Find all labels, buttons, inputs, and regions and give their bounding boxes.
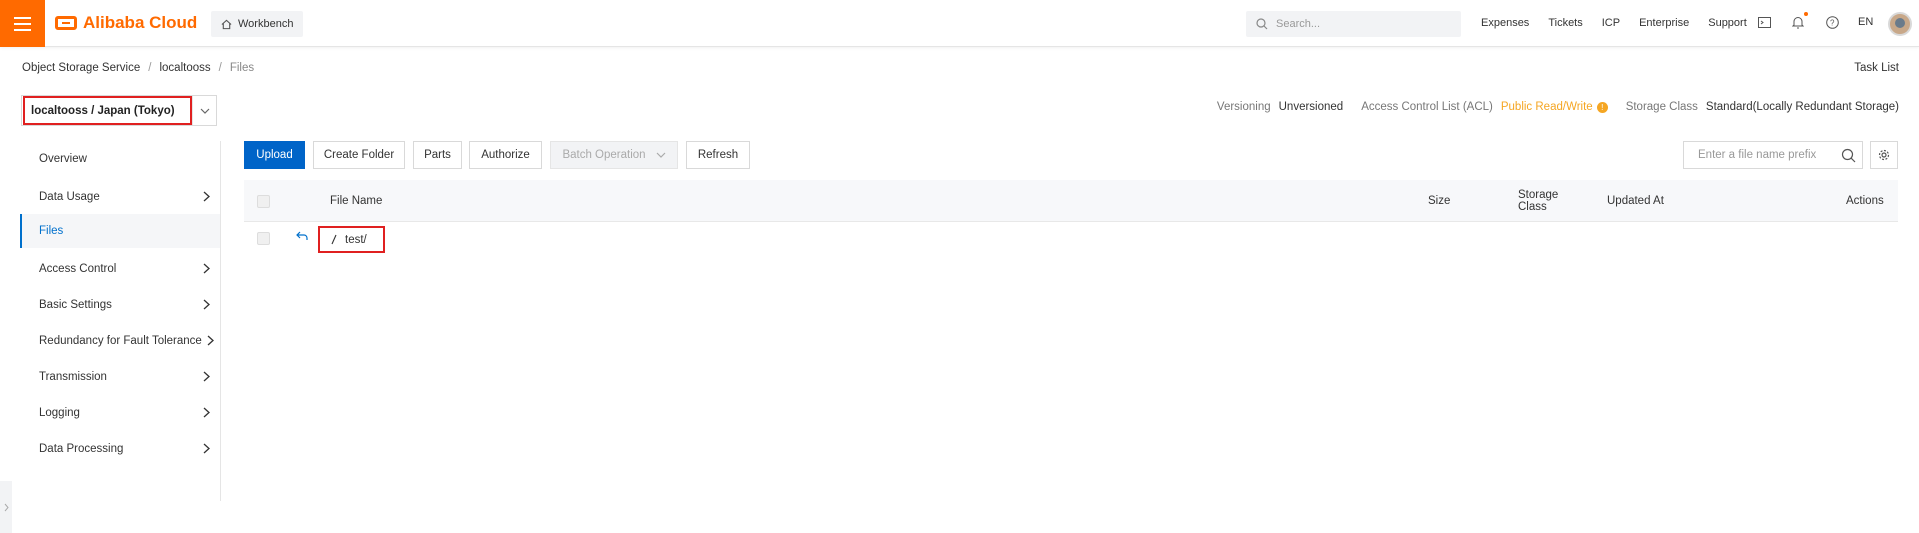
back-arrow-icon[interactable] (296, 231, 308, 241)
home-icon (221, 19, 232, 29)
bucket-meta: Versioning Unversioned Access Control Li… (1217, 101, 1899, 113)
sidebar-item-label: Files (39, 225, 64, 237)
nav-icp[interactable]: ICP (1602, 17, 1620, 29)
refresh-button[interactable]: Refresh (686, 141, 750, 169)
sidebar-item-basic-settings[interactable]: Basic Settings (20, 288, 220, 322)
top-nav: Expenses Tickets ICP Enterprise Support (1481, 17, 1747, 29)
acl-value: Public Read/Write (1500, 101, 1593, 113)
language-switch[interactable]: EN (1858, 16, 1873, 28)
select-all-checkbox-cell (257, 180, 270, 222)
brand-name: Alibaba Cloud (83, 13, 198, 32)
folder-link[interactable]: test/ (318, 226, 385, 253)
help-icon[interactable]: ? (1824, 14, 1840, 30)
upload-button[interactable]: Upload (244, 141, 305, 169)
select-all-checkbox[interactable] (257, 194, 270, 208)
prefix-placeholder: Enter a file name prefix (1698, 149, 1817, 161)
task-list-link[interactable]: Task List (1854, 62, 1899, 74)
terminal-icon[interactable] (1756, 14, 1772, 30)
sidebar-item-label: Transmission (39, 371, 107, 383)
sidebar-item-label: Basic Settings (39, 299, 112, 311)
storage-class-value: Standard(Locally Redundant Storage) (1705, 101, 1899, 113)
chevron-right-icon (203, 371, 210, 382)
alibaba-cloud-logo-icon (55, 16, 77, 30)
bell-icon[interactable] (1790, 12, 1808, 30)
authorize-button[interactable]: Authorize (469, 141, 542, 169)
folder-name: test/ (345, 233, 367, 246)
bucket-selector[interactable]: localtooss / Japan (Tokyo) (21, 95, 217, 126)
top-icons: ? EN (1756, 12, 1873, 30)
sidebar-item-access-control[interactable]: Access Control (20, 252, 220, 286)
sidebar-collapse-handle[interactable] (0, 481, 12, 533)
row-checkbox[interactable] (257, 232, 270, 245)
search-placeholder: Search... (1276, 18, 1321, 30)
chevron-right-icon (4, 503, 9, 511)
nav-support[interactable]: Support (1708, 17, 1747, 29)
breadcrumb-separator: / (218, 62, 222, 74)
nav-expenses[interactable]: Expenses (1481, 17, 1529, 29)
versioning-value: Unversioned (1278, 101, 1344, 113)
files-table-header: File Name Size Storage Class Updated At … (244, 180, 1898, 222)
versioning-label: Versioning (1216, 101, 1271, 113)
search-icon[interactable] (1841, 148, 1856, 163)
settings-button[interactable] (1870, 141, 1898, 169)
column-size: Size (1428, 195, 1451, 207)
top-bar: Alibaba Cloud Workbench Search... Expens… (0, 0, 1919, 47)
sidebar-item-transmission[interactable]: Transmission (20, 360, 220, 394)
sidebar-item-label: Overview (39, 153, 87, 165)
hamburger-menu-button[interactable] (0, 0, 45, 47)
chevron-right-icon (203, 191, 210, 202)
nav-tickets[interactable]: Tickets (1548, 17, 1582, 29)
chevron-down-icon[interactable] (192, 96, 216, 125)
table-row[interactable]: test/ (244, 222, 1898, 256)
breadcrumb: Object Storage Service / localtooss / Fi… (22, 62, 254, 74)
column-storage-class: Storage Class (1518, 189, 1559, 213)
sidebar-item-redundancy[interactable]: Redundancy for Fault Tolerance (20, 324, 220, 358)
breadcrumb-files: Files (229, 62, 255, 74)
parts-button[interactable]: Parts (413, 141, 462, 169)
sidebar-item-label: Data Usage (39, 191, 100, 203)
search-icon (1256, 18, 1268, 30)
chevron-right-icon (203, 407, 210, 418)
column-updated-at: Updated At (1607, 195, 1664, 207)
sidebar-item-label: Redundancy for Fault Tolerance (39, 335, 202, 347)
chevron-down-icon (656, 152, 665, 158)
file-prefix-search-input[interactable]: Enter a file name prefix (1683, 141, 1863, 169)
sidebar-item-label: Logging (39, 407, 80, 419)
sidebar-item-data-processing[interactable]: Data Processing (20, 432, 220, 466)
gear-icon (1878, 149, 1890, 161)
global-search-input[interactable]: Search... (1246, 11, 1461, 37)
chevron-right-icon (203, 299, 210, 310)
avatar[interactable] (1888, 12, 1912, 36)
workbench-label: Workbench (238, 18, 294, 30)
sidebar: Overview Data Usage Files Access Control… (20, 141, 221, 501)
workbench-button[interactable]: Workbench (211, 11, 304, 37)
batch-operation-label: Batch Operation (562, 149, 646, 161)
bucket-selector-label: localtooss / Japan (Tokyo) (23, 96, 193, 125)
column-actions: Actions (1846, 195, 1884, 207)
svg-text:?: ? (1830, 18, 1835, 27)
storage-class-label: Storage Class (1625, 101, 1698, 113)
breadcrumb-separator: / (148, 62, 152, 74)
sidebar-item-overview[interactable]: Overview (20, 142, 220, 176)
batch-operation-button[interactable]: Batch Operation (550, 141, 678, 169)
brand-logo[interactable]: Alibaba Cloud (55, 13, 197, 33)
sidebar-item-data-usage[interactable]: Data Usage (20, 180, 220, 214)
chevron-right-icon (207, 335, 214, 346)
folder-slash-icon (331, 234, 337, 245)
sidebar-item-label: Data Processing (39, 443, 124, 455)
acl-label: Access Control List (ACL) (1361, 101, 1493, 113)
nav-enterprise[interactable]: Enterprise (1639, 17, 1689, 29)
column-file-name: File Name (330, 195, 383, 207)
breadcrumb-bucket[interactable]: localtooss (159, 62, 210, 74)
sidebar-item-logging[interactable]: Logging (20, 396, 220, 430)
chevron-right-icon (203, 443, 210, 454)
create-folder-button[interactable]: Create Folder (313, 141, 405, 169)
sidebar-item-label: Access Control (39, 263, 117, 275)
breadcrumb-oss[interactable]: Object Storage Service (22, 62, 140, 74)
warning-info-icon[interactable]: ! (1596, 101, 1608, 113)
sidebar-item-files[interactable]: Files (20, 214, 220, 248)
chevron-right-icon (203, 263, 210, 274)
